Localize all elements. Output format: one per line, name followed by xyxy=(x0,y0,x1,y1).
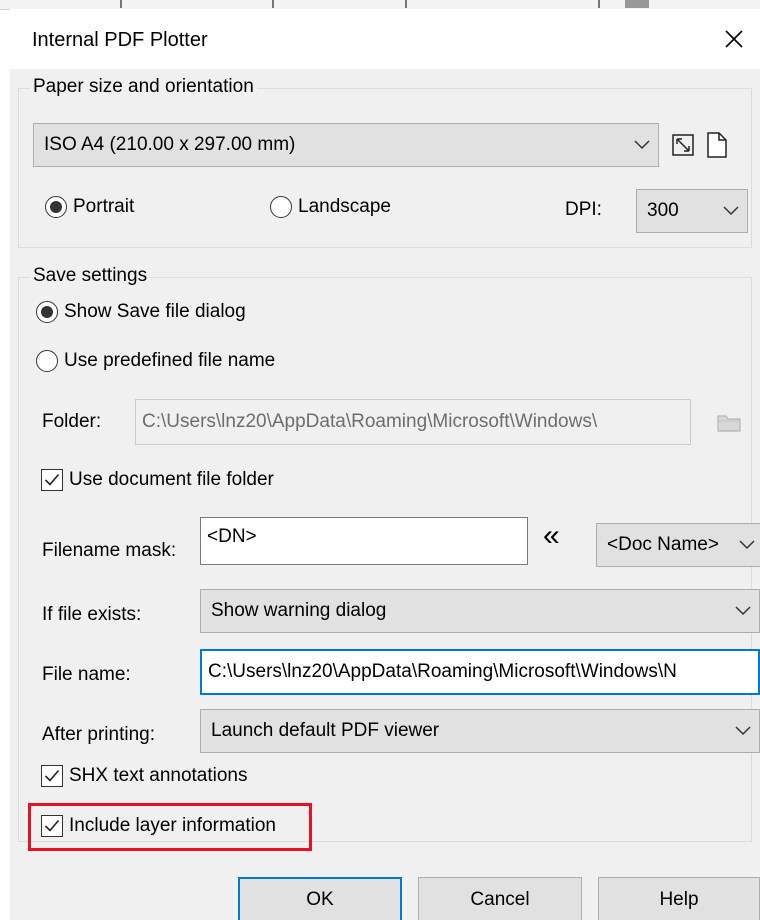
after-printing-dropdown[interactable]: Launch default PDF viewer xyxy=(200,709,760,753)
chevron-down-icon xyxy=(723,206,739,216)
page-orientation-button[interactable] xyxy=(706,131,728,159)
chevron-down-icon xyxy=(739,540,755,550)
checkmark-icon xyxy=(44,473,60,486)
filename-mask-input[interactable]: <DN> xyxy=(200,517,528,565)
after-printing-value: Launch default PDF viewer xyxy=(211,720,440,741)
after-printing-label: After printing: xyxy=(42,724,155,745)
filename-mask-label: Filename mask: xyxy=(42,540,177,561)
include-layer-information-label: Include layer information xyxy=(69,815,276,836)
cancel-button[interactable]: Cancel xyxy=(418,877,582,920)
resize-diagonal-icon xyxy=(672,134,694,156)
save-group-legend: Save settings xyxy=(30,265,151,287)
paper-group-legend: Paper size and orientation xyxy=(30,76,257,98)
dialog-title: Internal PDF Plotter xyxy=(32,29,208,51)
close-button[interactable] xyxy=(712,19,756,59)
paper-size-dropdown[interactable]: ISO A4 (210.00 x 297.00 mm) xyxy=(33,123,659,167)
folder-label: Folder: xyxy=(42,411,102,432)
landscape-label: Landscape xyxy=(298,196,391,217)
show-save-dialog-radio[interactable]: Show Save file dialog xyxy=(36,301,246,323)
portrait-radio-circle xyxy=(45,196,67,218)
use-document-folder-check xyxy=(41,469,63,491)
landscape-radio[interactable]: Landscape xyxy=(270,196,391,218)
chevron-down-icon xyxy=(735,726,751,736)
dpi-value: 300 xyxy=(647,200,679,221)
if-file-exists-value: Show warning dialog xyxy=(211,600,387,621)
portrait-label: Portrait xyxy=(73,196,135,217)
pdf-plotter-dialog: Internal PDF Plotter Paper size and orie… xyxy=(10,9,760,920)
chevron-down-icon xyxy=(735,606,751,616)
page-icon xyxy=(707,132,727,158)
browse-folder-button[interactable] xyxy=(716,411,742,433)
shx-annotations-check xyxy=(41,765,63,787)
file-name-input[interactable]: C:\Users\lnz20\AppData\Roaming\Microsoft… xyxy=(200,649,760,695)
close-icon xyxy=(725,30,743,48)
predefined-name-radio-circle xyxy=(36,350,58,372)
folder-icon xyxy=(717,415,741,432)
chevron-down-icon xyxy=(634,140,650,150)
insert-macro-button[interactable]: « xyxy=(543,519,560,553)
fit-to-page-button[interactable] xyxy=(671,133,695,157)
file-name-label: File name: xyxy=(42,664,131,685)
include-layer-information-checkbox[interactable]: Include layer information xyxy=(41,815,276,837)
if-file-exists-dropdown[interactable]: Show warning dialog xyxy=(200,589,760,633)
paper-size-value: ISO A4 (210.00 x 297.00 mm) xyxy=(44,134,296,155)
include-layer-information-check xyxy=(41,815,63,837)
title-bar: Internal PDF Plotter xyxy=(10,9,760,69)
checkmark-icon xyxy=(44,819,60,832)
dpi-dropdown[interactable]: 300 xyxy=(636,189,748,233)
show-save-dialog-label: Show Save file dialog xyxy=(64,301,246,322)
use-document-folder-label: Use document file folder xyxy=(69,469,274,490)
checkmark-icon xyxy=(44,769,60,782)
folder-field[interactable]: C:\Users\lnz20\AppData\Roaming\Microsoft… xyxy=(135,399,691,445)
macro-dropdown[interactable]: <Doc Name> xyxy=(596,523,760,567)
shx-annotations-checkbox[interactable]: SHX text annotations xyxy=(41,765,248,787)
dpi-label: DPI: xyxy=(565,199,602,220)
ok-button[interactable]: OK xyxy=(238,877,402,920)
shx-annotations-label: SHX text annotations xyxy=(69,765,248,786)
show-save-dialog-radio-circle xyxy=(36,301,58,323)
help-button[interactable]: Help xyxy=(598,877,760,920)
if-file-exists-label: If file exists: xyxy=(42,604,142,625)
predefined-name-label: Use predefined file name xyxy=(64,350,276,371)
use-document-folder-checkbox[interactable]: Use document file folder xyxy=(41,469,274,491)
macro-value: <Doc Name> xyxy=(607,534,719,555)
portrait-radio[interactable]: Portrait xyxy=(45,196,134,218)
predefined-name-radio[interactable]: Use predefined file name xyxy=(36,350,275,372)
landscape-radio-circle xyxy=(270,196,292,218)
